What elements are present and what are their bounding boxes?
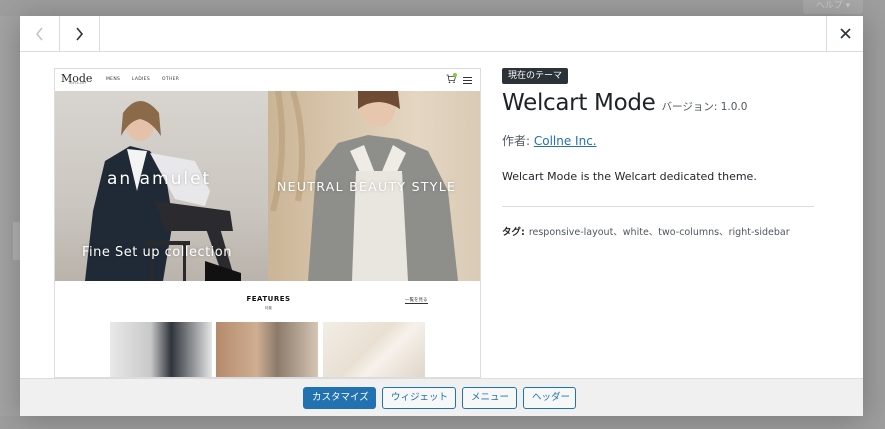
preview-logo-sub: WELCART [69, 81, 87, 85]
feature-thumbnail-2 [216, 322, 318, 377]
view-all-link: 一覧を見る [405, 298, 428, 304]
hero-left-title: an amulet [107, 169, 212, 189]
widgets-button[interactable]: ウィジェット [382, 387, 456, 409]
admin-sidebar-marker [13, 222, 20, 260]
theme-title-text: Welcart Mode [502, 90, 656, 116]
theme-screenshot: Mode WELCART MENS LADIES OTHER an amulet… [54, 68, 481, 378]
theme-details-modal: Mode WELCART MENS LADIES OTHER an amulet… [20, 16, 863, 416]
tags-list: responsive-layout、white、two-columns、righ… [528, 227, 790, 238]
theme-description: Welcart Mode is the Welcart dedicated th… [502, 170, 757, 183]
feature-thumbnail-3 [323, 322, 425, 377]
hero-left-subtitle: Fine Set up collection [82, 245, 232, 260]
header-button[interactable]: ヘッダー [523, 387, 576, 409]
preview-header: Mode WELCART MENS LADIES OTHER [55, 69, 480, 91]
menus-button[interactable]: メニュー [462, 387, 517, 409]
author-link[interactable]: Collne Inc. [534, 134, 597, 148]
hero-right-title: NEUTRAL BEAUTY STYLE [277, 179, 457, 194]
help-tab: ヘルプ ▾ [803, 0, 863, 14]
hero-right-image: NEUTRAL BEAUTY STYLE [268, 91, 480, 281]
current-theme-badge: 現在のテーマ [502, 68, 569, 84]
preview-menu-mens: MENS [106, 77, 121, 82]
close-icon [839, 28, 851, 39]
chevron-left-icon [35, 26, 43, 41]
next-theme-button[interactable] [60, 16, 100, 51]
preview-menu-other: OTHER [162, 77, 180, 82]
hero-left-image: an amulet Fine Set up collection [55, 91, 268, 281]
info-divider [502, 206, 814, 207]
preview-hero: an amulet Fine Set up collection NEUTRAL… [55, 91, 480, 281]
hamburger-icon [463, 77, 472, 86]
previous-theme-button[interactable] [20, 16, 60, 51]
customize-button[interactable]: カスタマイズ [303, 387, 376, 409]
feature-thumbnail-1 [110, 322, 212, 377]
close-modal-button[interactable] [826, 16, 863, 51]
chevron-right-icon [76, 26, 84, 41]
author-label: 作者: [502, 134, 534, 148]
tags-label: タグ: [502, 227, 525, 238]
modal-topbar [20, 16, 863, 52]
preview-menu-ladies: LADIES [132, 77, 150, 82]
theme-tags: タグ: responsive-layout、white、two-columns、r… [502, 224, 790, 238]
theme-author: 作者: Collne Inc. [502, 132, 597, 149]
theme-version: バージョン: 1.0.0 [661, 101, 748, 113]
theme-name: Welcart Mode バージョン: 1.0.0 [502, 90, 747, 116]
cart-badge [453, 73, 457, 77]
theme-actions: カスタマイズ ウィジェット メニュー ヘッダー [20, 378, 863, 416]
admin-sidebar-dim [0, 16, 20, 416]
features-subheading: 特集 [265, 306, 272, 310]
